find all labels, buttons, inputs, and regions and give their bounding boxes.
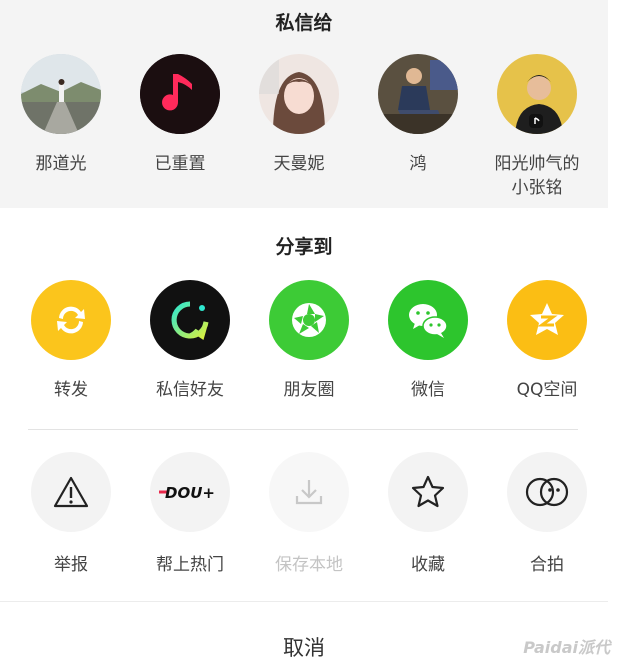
share-label: 朋友圈 — [283, 380, 335, 400]
contact-name: 天曼妮 — [273, 154, 325, 174]
avatar — [378, 54, 458, 134]
watermark: Paidai派代 — [523, 638, 610, 657]
private-message-icon — [150, 280, 230, 360]
warning-icon — [31, 452, 111, 532]
share-sheet: 私信给 那道光 已重置 天曼妮 鸿 阳光帅气的 小张铭 分享到 转发 私信好友 … — [0, 0, 620, 665]
private-message-section: 私信给 那道光 已重置 天曼妮 鸿 阳光帅气的 小张铭 — [0, 0, 608, 208]
favorite-button[interactable]: 收藏 — [373, 452, 483, 575]
cancel-button[interactable]: 取消 — [0, 632, 608, 662]
contact-name: 那道光 — [35, 154, 87, 174]
share-qzone-button[interactable]: QQ空间 — [492, 280, 602, 400]
contact-item[interactable]: 天曼妮 — [244, 54, 354, 176]
music-note-icon — [140, 54, 220, 134]
contact-name: 鸿 — [409, 154, 427, 174]
duet-button[interactable]: 合拍 — [492, 452, 602, 575]
share-label: QQ空间 — [516, 380, 578, 400]
contact-name: 阳光帅气的 小张铭 — [482, 152, 592, 200]
qzone-icon — [507, 280, 587, 360]
share-private-message-button[interactable]: 私信好友 — [135, 280, 245, 400]
share-repost-button[interactable]: 转发 — [16, 280, 126, 400]
report-button[interactable]: 举报 — [16, 452, 126, 575]
dou-plus-icon: DOU+ — [150, 452, 230, 532]
cancel-divider — [0, 601, 608, 602]
share-moments-button[interactable]: 朋友圈 — [254, 280, 364, 400]
moments-icon — [269, 280, 349, 360]
contact-item[interactable]: 那道光 — [6, 54, 116, 176]
share-label: 转发 — [54, 380, 88, 400]
dou-plus-badge: DOU+ — [165, 484, 215, 502]
repost-icon — [31, 280, 111, 360]
star-icon — [388, 452, 468, 532]
contact-item[interactable]: 已重置 — [125, 54, 235, 176]
contact-item[interactable]: 鸿 — [363, 54, 473, 176]
avatar — [497, 54, 577, 134]
wechat-icon — [388, 280, 468, 360]
save-local-button[interactable]: 保存本地 — [254, 452, 364, 575]
avatar — [259, 54, 339, 134]
share-wechat-button[interactable]: 微信 — [373, 280, 483, 400]
dou-plus-button[interactable]: DOU+ 帮上热门 — [135, 452, 245, 575]
download-icon — [269, 452, 349, 532]
section-divider — [28, 429, 578, 430]
action-label: 帮上热门 — [156, 555, 224, 575]
contact-name: 已重置 — [154, 154, 206, 174]
action-label: 收藏 — [411, 555, 445, 575]
share-title: 分享到 — [275, 236, 333, 258]
contact-name-line2: 小张铭 — [511, 178, 563, 198]
action-label: 保存本地 — [275, 555, 343, 575]
action-label: 举报 — [54, 555, 88, 575]
action-label: 合拍 — [530, 555, 564, 575]
share-label: 微信 — [411, 380, 445, 400]
private-message-title: 私信给 — [275, 12, 333, 34]
contact-name-line1: 阳光帅气的 — [494, 154, 580, 174]
avatar — [140, 54, 220, 134]
share-label: 私信好友 — [156, 380, 224, 400]
contact-item[interactable]: 阳光帅气的 小张铭 — [482, 54, 592, 200]
avatar — [21, 54, 101, 134]
duet-icon — [507, 452, 587, 532]
